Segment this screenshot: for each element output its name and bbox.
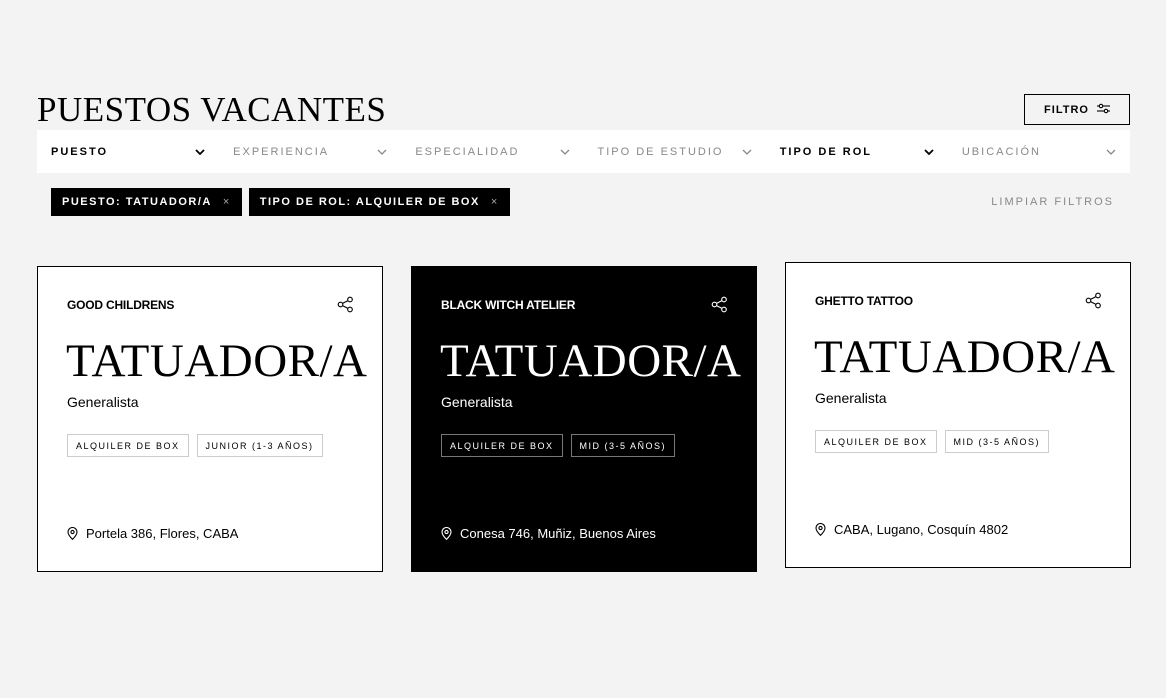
share-icon[interactable] (1083, 290, 1103, 310)
filter-bar: PUESTO EXPERIENCIA ESPECIALIDAD TIPO DE … (37, 130, 1130, 173)
card-location-text: Portela 386, Flores, CABA (86, 526, 239, 541)
card-title: TATUADOR/A (814, 331, 1116, 383)
card-location-text: CABA, Lugano, Cosquín 4802 (834, 522, 1009, 537)
job-card[interactable]: BLACK WITCH ATELIER TATUADOR/A Generalis… (411, 266, 757, 572)
card-specialty: Generalista (815, 390, 887, 406)
card-specialty: Generalista (441, 394, 513, 410)
card-location: Portela 386, Flores, CABA (67, 526, 238, 541)
filter-dropdown-label: PUESTO (51, 145, 109, 158)
card-title: TATUADOR/A (440, 335, 742, 387)
card-company: GOOD CHILDRENS (67, 298, 175, 312)
chip-label: PUESTO: TATUADOR/A (62, 196, 212, 208)
card-location: CABA, Lugano, Cosquín 4802 (815, 522, 1008, 537)
close-icon[interactable]: × (491, 196, 499, 208)
card-tags: ALQUILER DE BOX MID (3-5 AÑOS) (441, 434, 676, 457)
filter-dropdown-especialidad[interactable]: ESPECIALIDAD (401, 130, 583, 173)
card-tag: ALQUILER DE BOX (441, 434, 563, 457)
card-tag: MID (3-5 AÑOS) (570, 434, 676, 457)
chevron-down-icon (924, 148, 934, 155)
card-tag: ALQUILER DE BOX (815, 430, 937, 453)
filter-dropdown-label: ESPECIALIDAD (415, 145, 520, 158)
chip-label: TIPO DE ROL: ALQUILER DE BOX (259, 196, 480, 208)
chevron-down-icon (195, 148, 205, 155)
chevron-down-icon (560, 149, 569, 155)
filter-dropdown-label: TIPO DE ESTUDIO (597, 145, 724, 158)
clear-filters-link[interactable]: LIMPIAR FILTROS (991, 196, 1114, 208)
filter-dropdown-tipo-de-estudio[interactable]: TIPO DE ESTUDIO (584, 130, 766, 173)
active-filters: PUESTO: TATUADOR/A × TIPO DE ROL: ALQUIL… (51, 188, 510, 216)
card-tags: ALQUILER DE BOX MID (3-5 AÑOS) (815, 430, 1050, 453)
filter-dropdown-tipo-de-rol[interactable]: TIPO DE ROL (766, 130, 948, 173)
share-icon[interactable] (709, 294, 729, 314)
card-specialty: Generalista (67, 394, 139, 410)
filter-dropdown-puesto[interactable]: PUESTO (37, 130, 219, 173)
card-location: Conesa 746, Muñiz, Buenos Aires (441, 526, 656, 541)
active-filter-chip-puesto[interactable]: PUESTO: TATUADOR/A × (51, 188, 242, 216)
page-title: PUESTOS VACANTES (37, 90, 387, 129)
location-pin-icon (815, 523, 826, 536)
filter-button-label: FILTRO (1044, 103, 1089, 116)
card-company: GHETTO TATTOO (815, 294, 913, 308)
card-tag: ALQUILER DE BOX (67, 434, 189, 457)
filter-dropdown-label: UBICACIÓN (961, 145, 1041, 158)
filter-button[interactable]: FILTRO (1024, 94, 1130, 125)
location-pin-icon (441, 527, 452, 540)
job-card[interactable]: GOOD CHILDRENS TATUADOR/A Generalista AL… (37, 266, 383, 572)
filter-dropdown-experiencia[interactable]: EXPERIENCIA (219, 130, 401, 173)
filter-dropdown-label: TIPO DE ROL (779, 145, 872, 158)
active-filter-chip-tipo-de-rol[interactable]: TIPO DE ROL: ALQUILER DE BOX × (248, 188, 510, 216)
chevron-down-icon (1106, 149, 1116, 155)
close-icon[interactable]: × (223, 196, 231, 208)
card-tag: JUNIOR (1-3 AÑOS) (196, 434, 323, 457)
card-tag: MID (3-5 AÑOS) (944, 430, 1050, 453)
card-tags: ALQUILER DE BOX JUNIOR (1-3 AÑOS) (67, 434, 323, 457)
chevron-down-icon (377, 149, 387, 155)
card-title: TATUADOR/A (66, 335, 368, 387)
card-company: BLACK WITCH ATELIER (441, 298, 576, 312)
job-card[interactable]: GHETTO TATTOO TATUADOR/A Generalista ALQ… (785, 262, 1131, 568)
sliders-icon (1096, 103, 1110, 117)
location-pin-icon (67, 527, 78, 540)
chevron-down-icon (742, 149, 752, 155)
filter-dropdown-ubicacion[interactable]: UBICACIÓN (948, 130, 1130, 173)
card-location-text: Conesa 746, Muñiz, Buenos Aires (460, 526, 656, 541)
filter-dropdown-label: EXPERIENCIA (233, 145, 330, 158)
share-icon[interactable] (335, 294, 355, 314)
